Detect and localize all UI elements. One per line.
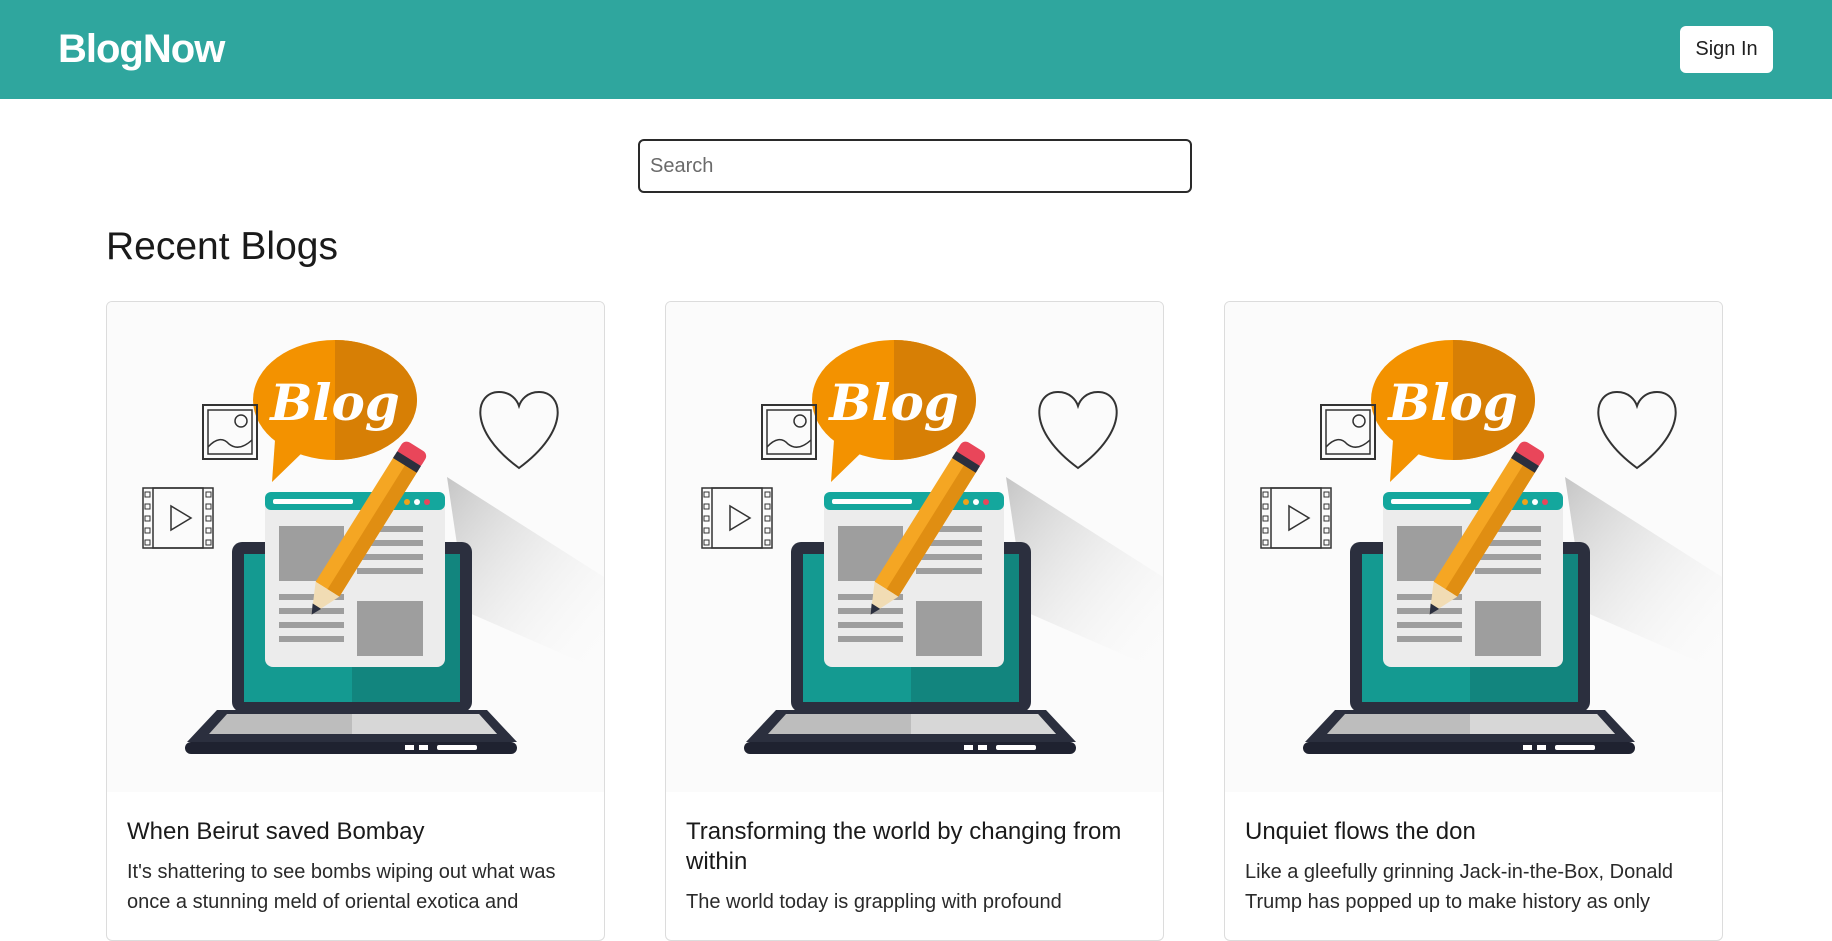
blog-card-excerpt: Like a gleefully grinning Jack-in-the-Bo… <box>1245 861 1674 913</box>
blog-card[interactable]: Unquiet flows the don Like a gleefully g… <box>1224 301 1723 941</box>
sign-in-button[interactable]: Sign In <box>1680 26 1773 73</box>
blog-card-title[interactable]: Transforming the world by changing from … <box>686 817 1146 877</box>
blog-thumbnail <box>666 302 1163 792</box>
section-title: Recent Blogs <box>106 225 338 268</box>
blog-card-excerpt: The world today is grappling with profou… <box>686 891 1062 913</box>
blog-card[interactable]: Transforming the world by changing from … <box>665 301 1164 941</box>
search-input[interactable] <box>638 139 1192 193</box>
blog-card-excerpt: It's shattering to see bombs wiping out … <box>127 861 556 913</box>
blog-card-title[interactable]: When Beirut saved Bombay <box>127 817 587 847</box>
blog-thumbnail <box>1225 302 1722 792</box>
blog-card[interactable]: When Beirut saved Bombay It's shattering… <box>106 301 605 941</box>
navbar: BlogNow Sign In <box>0 0 1832 99</box>
brand-logo[interactable]: BlogNow <box>58 25 225 73</box>
blog-thumbnail <box>107 302 604 792</box>
blog-card-title[interactable]: Unquiet flows the don <box>1245 817 1705 847</box>
